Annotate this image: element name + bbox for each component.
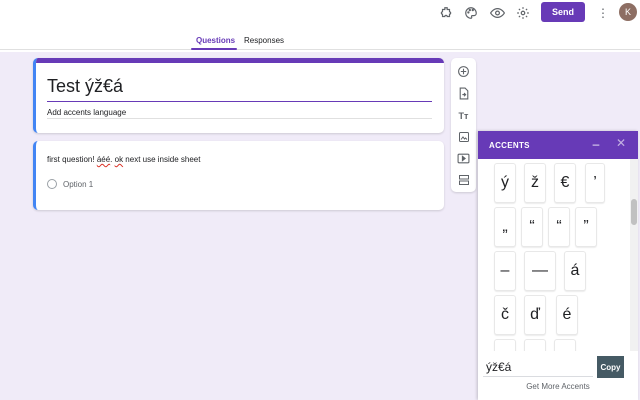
accent-key[interactable]: ď (524, 295, 546, 335)
copy-button[interactable]: Copy (597, 356, 624, 378)
close-icon[interactable]: ✕ (615, 136, 627, 150)
form-description[interactable]: Add accents language (47, 108, 126, 117)
import-questions-icon[interactable] (457, 87, 470, 100)
settings-gear-icon[interactable] (515, 5, 531, 21)
question-text-misspelled: ok (114, 155, 124, 164)
get-more-accents-link[interactable]: Get More Accents (478, 382, 638, 391)
form-title-card[interactable]: Test ýž€á Add accents language (33, 58, 444, 133)
add-image-icon[interactable] (457, 130, 470, 143)
accent-key[interactable]: á (564, 251, 586, 291)
question-text[interactable]: first question! áéé. ok next use inside … (47, 155, 200, 164)
accent-key[interactable]: “ (521, 207, 543, 247)
active-tab-indicator (191, 48, 237, 50)
accents-title: ACCENTS (489, 141, 530, 150)
form-description-underline (47, 118, 432, 119)
send-button[interactable]: Send (541, 2, 585, 22)
palette-icon[interactable] (463, 5, 479, 21)
question-text-part: first question! (47, 155, 97, 164)
question-card[interactable]: first question! áéé. ok next use inside … (33, 141, 444, 210)
form-title-underline (47, 101, 432, 102)
accent-key[interactable] (524, 339, 546, 351)
accent-key[interactable]: “ (548, 207, 570, 247)
accent-key[interactable]: č (494, 295, 516, 335)
avatar[interactable]: K (619, 3, 637, 21)
question-toolbar: Tт (451, 58, 476, 192)
accent-key[interactable]: € (554, 163, 576, 203)
accent-key[interactable]: ’ (585, 163, 605, 203)
accent-key[interactable]: „ (494, 207, 516, 247)
accent-key[interactable] (494, 339, 516, 351)
accent-keys-grid: ý ž € ’ „ “ “ ” – — á č ď é (478, 159, 630, 351)
preview-eye-icon[interactable] (489, 5, 505, 21)
accent-key[interactable]: ” (575, 207, 597, 247)
option-radio[interactable] (47, 179, 57, 189)
question-text-part: next use inside sheet (123, 155, 201, 164)
addons-icon[interactable] (438, 5, 454, 21)
option-label[interactable]: Option 1 (63, 180, 93, 189)
accent-key[interactable]: ž (524, 163, 546, 203)
accents-header: ACCENTS – ✕ (478, 131, 638, 159)
more-vert-icon[interactable]: ⋮ (597, 5, 609, 21)
tab-responses[interactable]: Responses (244, 36, 284, 45)
accents-output-field[interactable] (483, 357, 593, 377)
add-video-icon[interactable] (457, 152, 470, 165)
accent-key[interactable]: — (524, 251, 556, 291)
add-question-icon[interactable] (457, 65, 470, 78)
add-section-icon[interactable] (457, 173, 470, 186)
accent-key[interactable]: – (494, 251, 516, 291)
add-title-icon[interactable]: Tт (457, 109, 470, 122)
form-title-text[interactable]: Test ýž€á (47, 76, 123, 96)
question-text-misspelled: áéé (96, 155, 111, 164)
title-card-accent-band (36, 58, 444, 63)
tab-questions[interactable]: Questions (196, 36, 235, 45)
accent-key[interactable]: é (556, 295, 578, 335)
accent-key[interactable]: ý (494, 163, 516, 203)
accents-scroll-thumb[interactable] (631, 199, 637, 225)
tabs-bar (0, 30, 640, 50)
accent-key[interactable] (554, 339, 576, 351)
minimize-icon[interactable]: – (590, 137, 602, 151)
form-title[interactable]: Test ýž€á (47, 76, 123, 97)
accents-scrollbar[interactable] (630, 159, 638, 351)
accents-panel: ACCENTS – ✕ ý ž € ’ „ “ “ ” – — á č ď é … (478, 131, 638, 400)
